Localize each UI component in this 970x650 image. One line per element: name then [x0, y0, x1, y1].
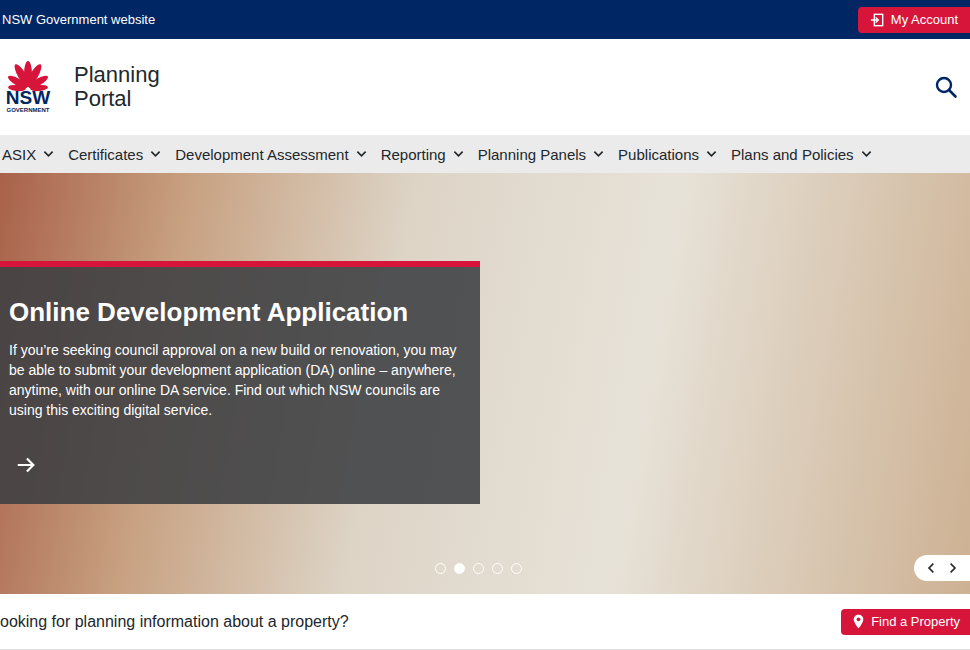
brand[interactable]: NSWGOVERNMENT PlanningPortal [2, 60, 160, 114]
nav-item-label: ASIX [2, 146, 36, 163]
search-icon [934, 75, 958, 99]
hero-link-button[interactable] [15, 454, 37, 476]
nav-item-label: Planning Panels [478, 146, 586, 163]
hero-carousel: Online Development Application If you’re … [0, 173, 970, 594]
carousel-dot[interactable] [454, 563, 465, 574]
chevron-down-icon [150, 150, 161, 158]
gov-site-label: NSW Government website [2, 12, 155, 27]
property-bar: ooking for planning information about a … [0, 594, 970, 650]
chevron-down-icon [356, 150, 367, 158]
chevron-right-icon [949, 562, 957, 574]
hero-title: Online Development Application [9, 297, 462, 328]
carousel-dot[interactable] [511, 563, 522, 574]
top-bar: NSW Government website My Account [0, 0, 970, 39]
nav-item-label: Certificates [68, 146, 143, 163]
site-header: NSWGOVERNMENT PlanningPortal [0, 39, 970, 135]
chevron-down-icon [706, 150, 717, 158]
hero-body: If you’re seeking council approval on a … [9, 340, 462, 420]
nav-item[interactable]: Plans and Policies [731, 146, 872, 163]
carousel-dot[interactable] [473, 563, 484, 574]
chevron-down-icon [593, 150, 604, 158]
nav-item-label: Development Assessment [175, 146, 348, 163]
search-button[interactable] [930, 71, 962, 103]
carousel-pager [914, 555, 970, 581]
chevron-down-icon [43, 150, 54, 158]
nav-item[interactable]: Certificates [68, 146, 161, 163]
property-prompt: ooking for planning information about a … [0, 613, 349, 631]
chevron-down-icon [861, 150, 872, 158]
carousel-dots [435, 563, 522, 574]
logo-subtext: GOVERNMENT [6, 107, 49, 114]
find-property-button[interactable]: Find a Property [841, 609, 970, 635]
page: NSW Government website My Account NSWGOVER… [0, 0, 970, 650]
sign-in-icon [870, 13, 884, 27]
map-pin-icon [853, 614, 864, 629]
chevron-down-icon [453, 150, 464, 158]
my-account-label: My Account [891, 12, 958, 27]
my-account-button[interactable]: My Account [858, 7, 970, 33]
logo-text: NSW [6, 88, 50, 107]
hero-card: Online Development Application If you’re … [0, 261, 480, 504]
nav-item-label: Plans and Policies [731, 146, 854, 163]
nav-item[interactable]: Development Assessment [175, 146, 366, 163]
main-nav: ASIX Certificates Development Assessment Re… [0, 135, 970, 173]
site-title-line: Planning [74, 63, 160, 87]
nsw-logo: NSWGOVERNMENT [2, 60, 54, 114]
nav-item[interactable]: Planning Panels [478, 146, 604, 163]
nav-item-label: Reporting [381, 146, 446, 163]
nav-item[interactable]: ASIX [2, 146, 54, 163]
site-title: PlanningPortal [74, 63, 160, 111]
nav-item-label: Publications [618, 146, 699, 163]
nav-item[interactable]: Publications [618, 146, 717, 163]
nav-item[interactable]: Reporting [381, 146, 464, 163]
arrow-right-icon [15, 454, 37, 476]
next-slide-button[interactable] [942, 555, 964, 581]
chevron-left-icon [927, 562, 935, 574]
carousel-dot[interactable] [435, 563, 446, 574]
find-property-label: Find a Property [871, 614, 960, 629]
carousel-dot[interactable] [492, 563, 503, 574]
site-title-line: Portal [74, 87, 160, 111]
prev-slide-button[interactable] [920, 555, 942, 581]
